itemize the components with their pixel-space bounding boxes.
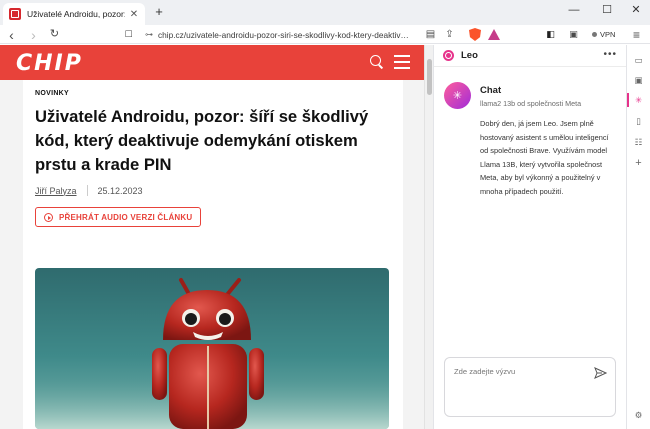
maximize-button[interactable]: ☐ [599,2,615,18]
vpn-label: VPN [600,30,616,39]
chat-heading: Chat [480,85,502,96]
play-audio-button[interactable]: PŘEHRÁT AUDIO VERZI ČLÁNKU [35,207,202,227]
article-card: NOVINKY Uživatelé Androidu, pozor: šíří … [23,80,403,429]
address-bar[interactable]: ⊶ chip.cz/uzivatele-androidu-pozor-siri-… [145,27,420,42]
active-tab[interactable]: Uživatelé Androidu, pozor: šíří se škodl… [3,3,145,25]
leo-panel-header: Leo ••• [434,45,627,67]
sidebar-rail: ▭ ▣ ✳ ▯ ☷ + ⚙ [626,45,650,429]
byline: Jiří Palyza 25.12.2023 [35,185,391,196]
leo-panel-title: Leo [461,50,478,61]
reader-mode-icon[interactable]: ▤ [423,27,438,42]
send-icon[interactable] [594,367,607,379]
main-menu-icon[interactable]: ≡ [629,27,644,42]
active-indicator [627,93,629,107]
vpn-status-icon [592,32,597,37]
leo-icon[interactable]: ✳ [632,94,645,107]
url-text: chip.cz/uzivatele-androidu-pozor-siri-se… [158,29,409,40]
article-category[interactable]: NOVINKY [35,90,391,97]
hamburger-menu-icon[interactable] [394,55,410,69]
article-headline: Uživatelé Androidu, pozor: šíří se škodl… [35,107,369,174]
prompt-input[interactable] [454,367,584,376]
brave-rewards-icon[interactable] [488,29,500,40]
wallet-icon[interactable]: ▣ [632,74,645,87]
page-scrollbar[interactable] [424,45,433,429]
tab-title: Uživatelé Androidu, pozor: šíří se škodl… [27,9,125,19]
reading-list-icon[interactable]: ☷ [632,136,645,149]
publish-date: 25.12.2023 [97,185,143,196]
site-header: CHIP [0,45,424,80]
web-page: CHIP NOVINKY Uživatelé Androidu, pozor: … [0,45,433,429]
share-icon[interactable]: ⇪ [442,27,457,42]
forward-icon[interactable]: › [26,27,41,42]
author-link[interactable]: Jiří Palyza [35,186,77,196]
site-info-icon[interactable]: ⊶ [145,30,153,39]
tab-strip: Uživatelé Androidu, pozor: šíří se škodl… [0,0,650,25]
bookmark-icon[interactable]: ☐ [121,27,136,42]
play-icon [44,212,53,222]
minimize-button[interactable]: — [566,2,582,18]
more-options-icon[interactable]: ••• [603,49,617,60]
bookmarks-icon[interactable]: ▯ [632,115,645,128]
leo-avatar [444,82,471,109]
prompt-composer[interactable] [444,357,616,417]
hero-image [35,268,389,429]
settings-icon[interactable]: ⚙ [632,409,645,422]
new-tab-button[interactable]: + [152,5,166,19]
search-icon[interactable] [370,55,384,69]
add-icon[interactable]: + [632,157,645,170]
close-window-button[interactable]: ✕ [628,2,644,18]
wallet-toolbar-icon[interactable]: ▣ [566,27,581,42]
leo-icon [443,50,454,61]
model-info: llama2 13b od společnosti Meta [480,99,582,108]
tab-close-icon[interactable]: ✕ [129,9,139,20]
chip-favicon-icon [9,8,21,20]
video-icon[interactable]: ▭ [632,54,645,67]
brave-shields-icon[interactable] [469,28,481,41]
scrollbar-thumb[interactable] [427,59,432,95]
leo-side-panel: Leo ••• Chat llama2 13b od společnosti M… [433,45,627,429]
vpn-button[interactable]: VPN [592,28,622,41]
play-audio-label: PŘEHRÁT AUDIO VERZI ČLÁNKU [59,212,193,222]
back-icon[interactable]: ‹ [4,27,19,42]
sidebar-toggle-icon[interactable]: ◧ [543,27,558,42]
reload-icon[interactable]: ↻ [47,27,62,42]
chip-logo[interactable]: CHIP [16,51,83,76]
leo-welcome-message: Dobrý den, já jsem Leo. Jsem plně hostov… [480,119,609,196]
byline-divider [86,185,88,196]
browser-toolbar: ‹ › ↻ ☐ ⊶ chip.cz/uzivatele-androidu-poz… [0,25,650,44]
android-robot-illustration [35,278,389,429]
